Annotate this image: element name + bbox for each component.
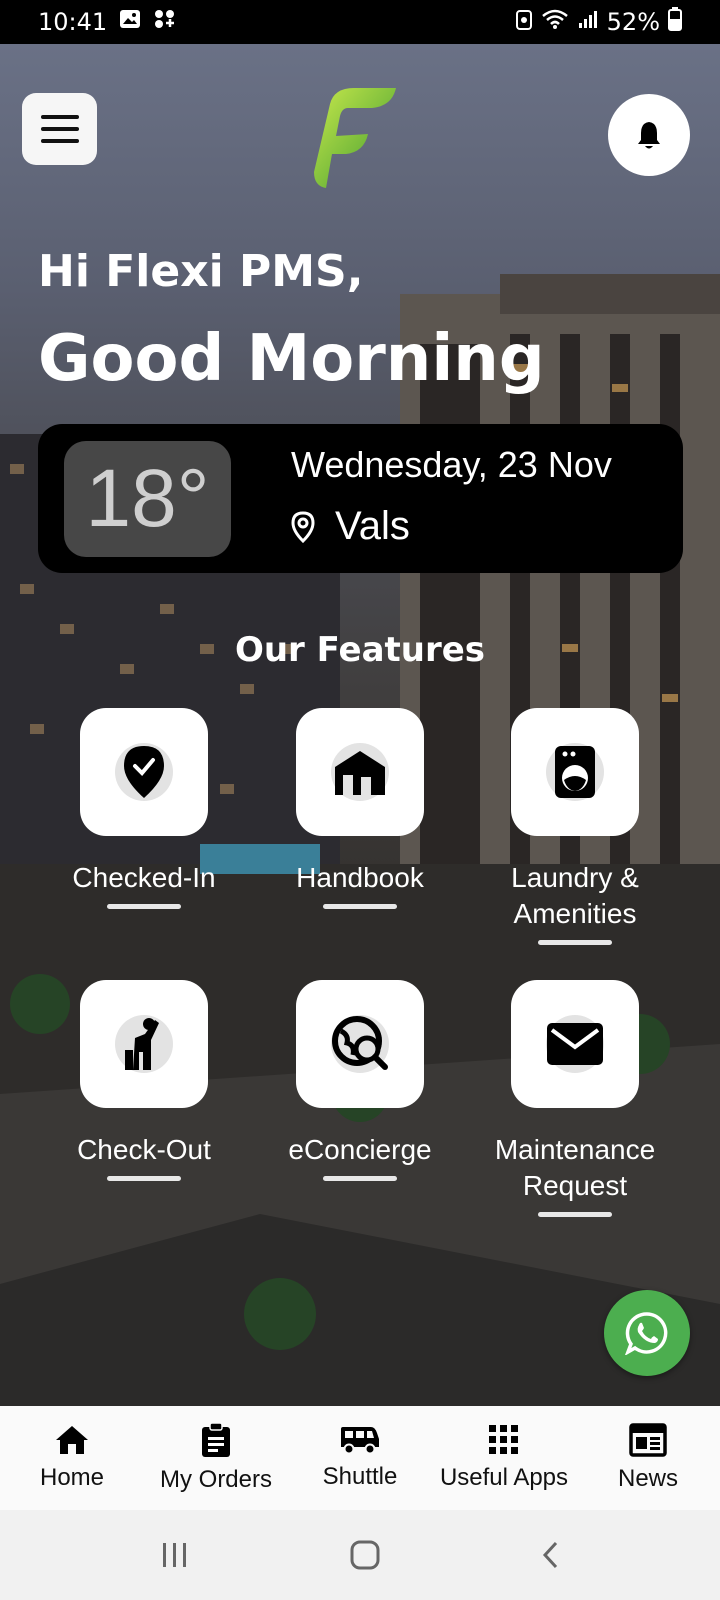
bottom-navigation: Home My Orders Shuttle Useful Apps News bbox=[0, 1406, 720, 1510]
feature-laundry-amenities[interactable]: Laundry & Amenities bbox=[467, 708, 683, 945]
feature-tile[interactable] bbox=[80, 980, 208, 1108]
location-text: Vals bbox=[335, 504, 410, 548]
feature-maintenance-request[interactable]: Maintenance Request bbox=[467, 980, 683, 1217]
feature-label: Maintenance Request bbox=[494, 1134, 656, 1201]
nav-label: News bbox=[617, 1465, 678, 1492]
location-row: Vals bbox=[291, 504, 410, 549]
recent-apps-icon[interactable] bbox=[160, 1541, 190, 1569]
feature-handbook[interactable]: Handbook bbox=[252, 708, 468, 909]
nav-label: My Orders bbox=[159, 1466, 272, 1493]
feature-underline bbox=[107, 1176, 181, 1181]
weather-card: 18° Wednesday, 23 Nov Vals bbox=[38, 424, 683, 573]
location-check-icon bbox=[124, 746, 164, 798]
feature-underline bbox=[538, 1212, 612, 1217]
nav-news[interactable]: News bbox=[576, 1406, 720, 1510]
feature-econcierge[interactable]: eConcierge bbox=[252, 980, 468, 1181]
status-time: 10:41 bbox=[38, 8, 108, 36]
gallery-icon bbox=[119, 8, 141, 36]
feature-label: Check-Out bbox=[77, 1134, 211, 1165]
feature-tile[interactable] bbox=[296, 980, 424, 1108]
envelope-icon bbox=[547, 1023, 603, 1065]
nav-label: Home bbox=[39, 1464, 105, 1491]
feature-tile[interactable] bbox=[296, 708, 424, 836]
temperature: 18° bbox=[64, 441, 231, 557]
back-icon[interactable] bbox=[540, 1540, 560, 1570]
person-leaving-icon bbox=[125, 1018, 159, 1070]
home-icon bbox=[335, 751, 385, 795]
feature-underline bbox=[323, 1176, 397, 1181]
nav-shuttle[interactable]: Shuttle bbox=[288, 1406, 432, 1510]
feature-checked-in[interactable]: Checked-In bbox=[36, 708, 252, 909]
nav-home[interactable]: Home bbox=[0, 1406, 144, 1510]
bell-icon bbox=[638, 122, 660, 149]
status-bar: 10:41 52% bbox=[0, 0, 720, 44]
washing-machine-icon bbox=[555, 746, 595, 798]
home-circle-icon[interactable] bbox=[349, 1539, 381, 1571]
brand-logo bbox=[312, 86, 396, 190]
feature-label: eConcierge bbox=[288, 1134, 432, 1165]
feature-tile[interactable] bbox=[511, 980, 639, 1108]
salutation-text: Good Morning bbox=[38, 322, 545, 396]
feature-check-out[interactable]: Check-Out bbox=[36, 980, 252, 1181]
nav-label: Shuttle bbox=[322, 1463, 398, 1490]
notifications-button[interactable] bbox=[608, 94, 690, 176]
battery-icon bbox=[668, 7, 682, 37]
menu-button[interactable] bbox=[22, 93, 97, 165]
feature-label: Handbook bbox=[296, 862, 424, 893]
feature-tile[interactable] bbox=[80, 708, 208, 836]
home-icon bbox=[56, 1426, 88, 1454]
wifi-icon bbox=[541, 8, 569, 36]
feature-underline bbox=[107, 904, 181, 909]
grid-icon bbox=[489, 1425, 518, 1454]
whatsapp-icon bbox=[625, 1312, 668, 1355]
feature-tile[interactable] bbox=[511, 708, 639, 836]
app-notification-icon bbox=[153, 8, 177, 36]
date-text: Wednesday, 23 Nov bbox=[291, 444, 612, 485]
feature-label: Laundry & Amenities bbox=[511, 862, 639, 929]
feature-underline bbox=[323, 904, 397, 909]
nav-useful-apps[interactable]: Useful Apps bbox=[432, 1406, 576, 1510]
signal-icon bbox=[577, 8, 599, 36]
hamburger-icon bbox=[40, 111, 79, 147]
shuttle-icon bbox=[341, 1427, 379, 1455]
whatsapp-button[interactable] bbox=[604, 1290, 690, 1376]
system-navigation-bar bbox=[0, 1510, 720, 1600]
battery-saver-icon bbox=[515, 8, 533, 36]
feature-underline bbox=[538, 940, 612, 945]
location-pin-icon bbox=[291, 510, 315, 543]
nav-my-orders[interactable]: My Orders bbox=[144, 1406, 288, 1510]
clipboard-icon bbox=[202, 1422, 230, 1457]
feature-label: Checked-In bbox=[72, 862, 216, 893]
greeting-text: Hi Flexi PMS, bbox=[38, 246, 364, 297]
nav-label: Useful Apps bbox=[439, 1464, 569, 1491]
battery-percent: 52% bbox=[606, 8, 660, 36]
features-title: Our Features bbox=[234, 630, 486, 670]
globe-search-icon bbox=[332, 1016, 388, 1070]
newspaper-icon bbox=[629, 1423, 667, 1457]
